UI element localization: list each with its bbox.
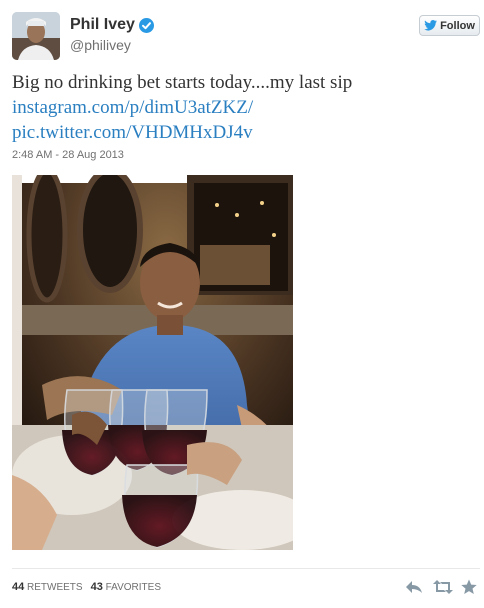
favorite-count: 43 (90, 581, 103, 593)
favorites-label: FAVORITES (105, 582, 162, 593)
tweet-photo[interactable] (12, 175, 293, 550)
follow-label: Follow (440, 19, 475, 32)
retweet-count: 44 (12, 581, 25, 593)
reply-icon[interactable] (405, 579, 423, 595)
pic-link[interactable]: pic.twitter.com/VHDMHxDJ4v (12, 120, 472, 145)
retweets-label: RETWEETS (27, 582, 83, 593)
favorite-stat[interactable]: 43 FAVORITES (91, 581, 161, 593)
tweet-actions (405, 579, 479, 595)
author-name-row: Phil Ivey (70, 16, 154, 34)
tweet-text: Big no drinking bet starts today....my l… (12, 70, 472, 145)
tweet-stats: 44 RETWEETS 43 FAVORITES (12, 581, 161, 593)
twitter-bird-icon (424, 20, 438, 31)
follow-button[interactable]: Follow (419, 15, 480, 36)
retweet-icon[interactable] (433, 579, 453, 595)
author-handle[interactable]: @philivey (70, 37, 131, 53)
tweet-timestamp[interactable]: 2:48 AM - 28 Aug 2013 (12, 149, 124, 161)
avatar[interactable] (12, 12, 60, 60)
tweet-body: Big no drinking bet starts today....my l… (12, 72, 353, 93)
author-name[interactable]: Phil Ivey (70, 16, 135, 34)
divider (12, 568, 480, 569)
favorite-icon[interactable] (461, 579, 479, 595)
retweet-stat[interactable]: 44 RETWEETS (12, 581, 83, 593)
verified-badge-icon (138, 17, 154, 33)
instagram-link[interactable]: instagram.com/p/dimU3atZKZ/ (12, 95, 472, 120)
